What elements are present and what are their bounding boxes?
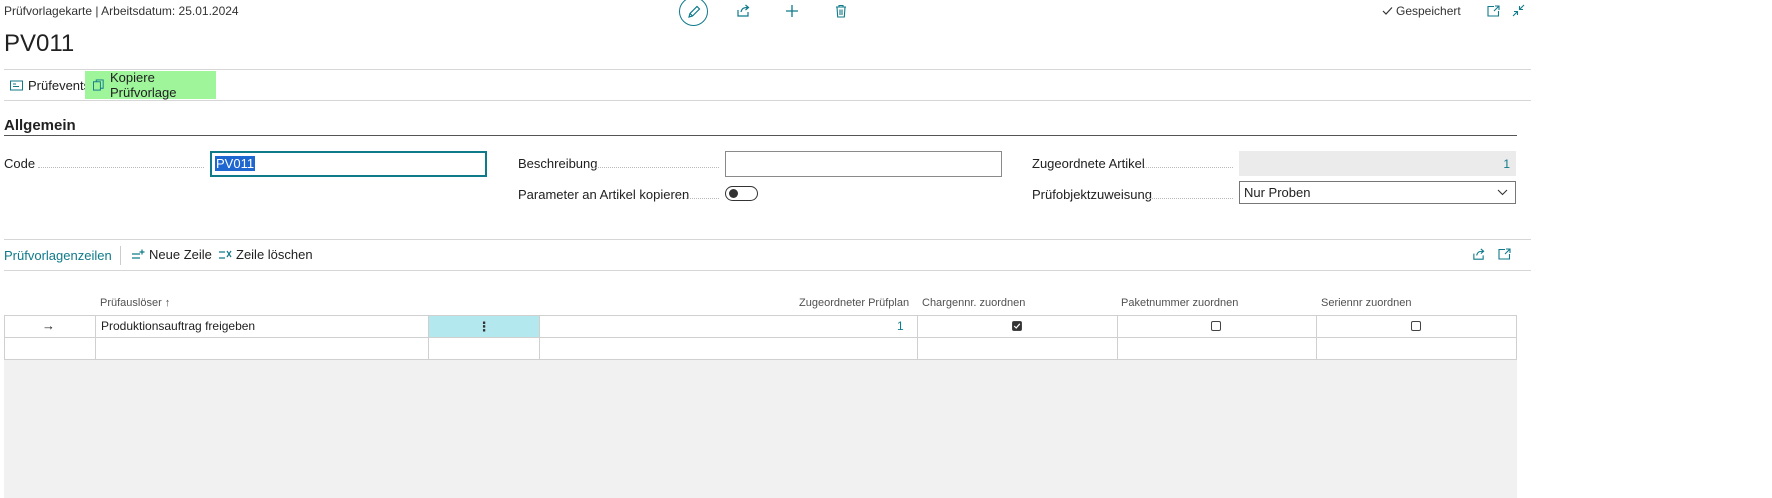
prufevents-label: Prüfevents	[28, 77, 91, 93]
beschreibung-field[interactable]	[725, 151, 1002, 177]
new-line-label: Neue Zeile	[149, 247, 212, 262]
section-title[interactable]: Allgemein	[4, 117, 76, 134]
lines-expand-button[interactable]	[1496, 246, 1512, 262]
new-line-icon	[132, 249, 145, 259]
plus-icon	[786, 5, 798, 17]
parameter-toggle[interactable]	[725, 186, 758, 201]
share-button[interactable]	[733, 2, 753, 20]
artikel-field-value[interactable]: 1	[1503, 157, 1510, 171]
share-icon	[1472, 248, 1484, 260]
paket-checkbox[interactable]	[1211, 321, 1221, 331]
divider	[4, 69, 1531, 70]
leader-dots	[676, 198, 719, 199]
breadcrumb: Prüfvorlagekarte | Arbeitsdatum: 25.01.2…	[4, 4, 239, 18]
zuweisung-select[interactable]: Nur Proben	[1239, 181, 1516, 204]
ausloser-value[interactable]: Produktionsauftrag freigeben	[101, 319, 255, 333]
row-indicator: →	[42, 318, 55, 333]
prufplan-cell[interactable]	[539, 337, 918, 360]
artikel-label: Zugeordnete Artikel	[1032, 156, 1145, 171]
code-field[interactable]: PV011	[210, 151, 487, 177]
expand-icon	[1497, 248, 1511, 260]
section-underline	[4, 135, 1517, 136]
column-header-prufplan[interactable]: Zugeordneter Prüfplan	[799, 297, 909, 309]
leader-dots	[1140, 167, 1233, 168]
open-window-icon	[1486, 5, 1500, 17]
edit-button[interactable]	[679, 0, 708, 26]
column-header-serie[interactable]: Seriennr zuordnen	[1321, 297, 1412, 309]
table-empty-area	[4, 360, 1517, 498]
check-icon	[1013, 323, 1021, 329]
table-row[interactable]	[4, 337, 1517, 360]
artikel-field[interactable]: 1	[1239, 151, 1516, 176]
card-icon	[10, 80, 23, 90]
divider	[4, 270, 1531, 271]
delete-button[interactable]	[831, 2, 851, 20]
serie-checkbox[interactable]	[1411, 321, 1421, 331]
prufplan-cell[interactable]	[539, 315, 918, 338]
zuweisung-label: Prüfobjektzuweisung	[1032, 187, 1152, 202]
charge-checkbox[interactable]	[1012, 321, 1022, 331]
serie-cell[interactable]	[1316, 337, 1517, 360]
page-title: PV011	[4, 30, 75, 57]
code-label: Code	[4, 156, 36, 171]
parameter-label: Parameter an Artikel kopieren	[518, 187, 690, 202]
share-icon	[737, 4, 750, 17]
row-menu-button[interactable]: ⋮	[428, 315, 540, 338]
saved-status-label: Gespeichert	[1396, 4, 1461, 18]
row-indicator-cell	[4, 337, 96, 360]
open-new-window-button[interactable]	[1485, 3, 1501, 19]
divider	[4, 239, 1531, 240]
kopiere-prufvorlage-action[interactable]: Kopiere Prüfvorlage	[85, 70, 216, 100]
collapse-icon	[1512, 4, 1524, 16]
toolbar-separator	[120, 246, 121, 265]
paket-cell[interactable]	[1117, 337, 1317, 360]
beschreibung-label: Beschreibung	[518, 156, 598, 171]
new-button[interactable]	[782, 2, 802, 20]
pencil-icon	[687, 5, 700, 18]
row-menu-cell	[428, 337, 540, 360]
more-options-icon: ⋮	[477, 319, 491, 334]
prufevents-action[interactable]: Prüfevents	[4, 72, 96, 98]
column-header-paket[interactable]: Paketnummer zuordnen	[1121, 297, 1238, 309]
leader-dots	[1144, 198, 1233, 199]
code-field-value: PV011	[215, 156, 256, 171]
check-icon	[1382, 7, 1393, 15]
chevron-down-icon	[1497, 189, 1508, 196]
prufplan-value[interactable]: 1	[897, 319, 904, 333]
collapse-button[interactable]	[1510, 2, 1526, 18]
lines-share-button[interactable]	[1470, 246, 1486, 262]
trash-icon	[836, 4, 846, 18]
kopiere-label: Kopiere Prüfvorlage	[110, 70, 177, 100]
column-header-charge[interactable]: Chargennr. zuordnen	[922, 297, 1025, 309]
leader-dots	[38, 167, 204, 168]
zuweisung-select-value: Nur Proben	[1244, 185, 1311, 200]
divider	[4, 100, 1531, 101]
leader-dots	[593, 167, 719, 168]
table-row[interactable]: → Produktionsauftrag freigeben ⋮ 1	[4, 315, 1517, 338]
new-line-button[interactable]: Neue Zeile	[131, 247, 212, 262]
copy-icon	[93, 79, 104, 91]
ausloser-cell[interactable]	[95, 337, 429, 360]
lines-title[interactable]: Prüfvorlagenzeilen	[4, 248, 112, 263]
charge-cell[interactable]	[917, 337, 1118, 360]
delete-line-icon	[219, 250, 232, 259]
toggle-knob	[729, 189, 738, 198]
delete-line-label: Zeile löschen	[236, 247, 313, 262]
column-header-ausloser[interactable]: Prüfauslöser ↑	[100, 297, 170, 309]
saved-status: Gespeichert	[1382, 4, 1461, 18]
delete-line-button[interactable]: Zeile löschen	[218, 247, 313, 262]
